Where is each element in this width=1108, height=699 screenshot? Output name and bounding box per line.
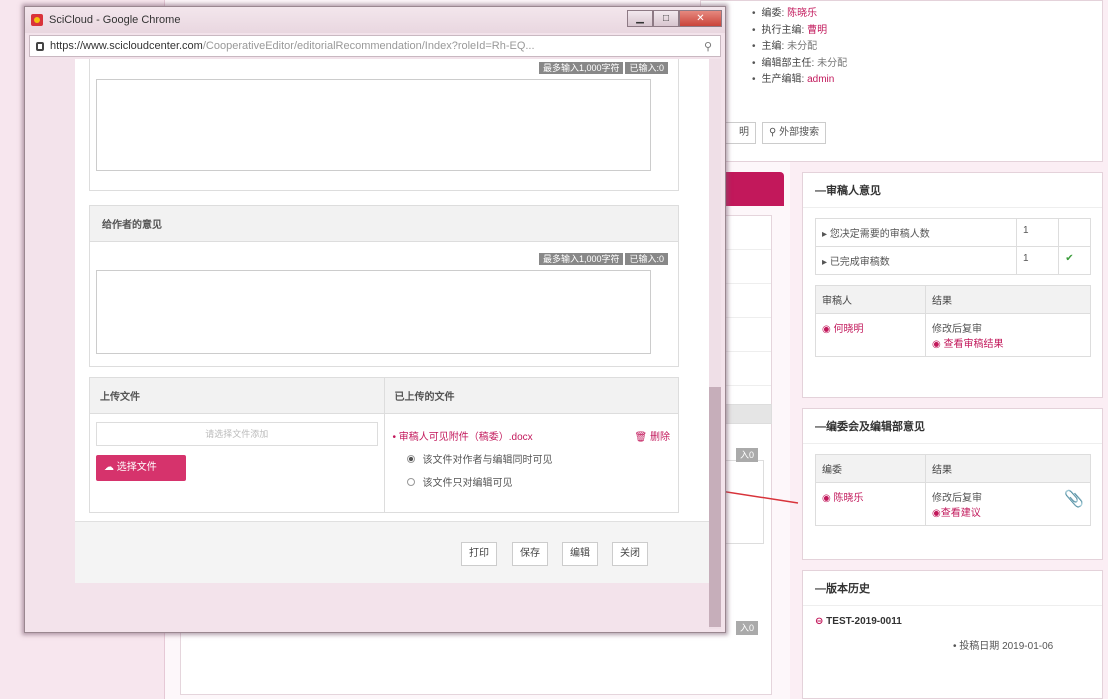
browser-popup-window: SciCloud - Google Chrome ▁ □ ✕ https://w…	[24, 6, 726, 633]
lock-icon	[36, 41, 44, 51]
visibility-radio-editor[interactable]: 该文件只对编辑可见	[385, 466, 679, 489]
edit-button[interactable]: 编辑	[562, 542, 598, 566]
char-counter: 最多输入1,000字符 已输入:0	[537, 252, 668, 265]
zoom-icon[interactable]: ⚲	[704, 40, 712, 53]
save-button[interactable]: 保存	[512, 542, 548, 566]
upload-cloud-icon: ☁	[104, 462, 114, 473]
scrollbar-thumb[interactable]	[709, 387, 721, 627]
delete-file-button[interactable]: 🗑 删除	[635, 428, 670, 443]
section-title: 上传文件	[90, 378, 384, 414]
url-path: /CooperativeEditor/editorialRecommendati…	[202, 40, 535, 52]
close-window-button[interactable]: ✕	[679, 10, 722, 27]
trash-icon: 🗑	[634, 432, 648, 443]
url-domain: https://www.scicloudcenter.com	[50, 40, 203, 52]
address-bar[interactable]: https://www.scicloudcenter.com/Cooperati…	[29, 35, 721, 57]
upload-column: 上传文件 请选择文件添加 ☁ 选择文件	[90, 378, 385, 512]
radio-selected[interactable]	[406, 454, 415, 463]
popup-content: 最多输入1,000字符 已输入:0 给作者的意见 最多输入1,000字符 已输入:0…	[75, 59, 709, 583]
maximize-button[interactable]: □	[653, 10, 679, 27]
window-title: SciCloud - Google Chrome	[49, 14, 181, 26]
comment-textarea[interactable]	[96, 79, 651, 171]
select-file-button[interactable]: ☁ 选择文件	[96, 455, 186, 481]
section-title: 给作者的意见	[90, 206, 678, 242]
uploaded-file-link[interactable]: • 审稿人可见附件（稿委）.docx	[393, 428, 533, 443]
window-title-bar[interactable]: SciCloud - Google Chrome	[25, 7, 725, 33]
visibility-radio-all[interactable]: 该文件对作者与编辑同时可见	[385, 443, 679, 466]
comment-section: 最多输入1,000字符 已输入:0	[89, 59, 679, 191]
app-icon	[31, 14, 43, 26]
print-button[interactable]: 打印	[461, 542, 497, 566]
radio-unselected[interactable]	[406, 477, 415, 486]
author-opinion-textarea[interactable]	[96, 270, 651, 354]
upload-section: 上传文件 请选择文件添加 ☁ 选择文件 已上传的文件 • 审稿人可见附件（稿委）…	[89, 377, 679, 513]
author-opinion-section: 给作者的意见 最多输入1,000字符 已输入:0	[89, 205, 679, 367]
minimize-button[interactable]: ▁	[627, 10, 653, 27]
dialog-footer: 打印 保存 编辑 关闭	[75, 521, 709, 583]
uploaded-column: 已上传的文件 • 审稿人可见附件（稿委）.docx 🗑 删除 该文件对作者与编辑…	[384, 378, 679, 512]
file-input[interactable]: 请选择文件添加	[96, 422, 378, 446]
char-counter: 最多输入1,000字符 已输入:0	[537, 61, 668, 74]
section-title: 已上传的文件	[384, 378, 678, 414]
close-button[interactable]: 关闭	[612, 542, 648, 566]
